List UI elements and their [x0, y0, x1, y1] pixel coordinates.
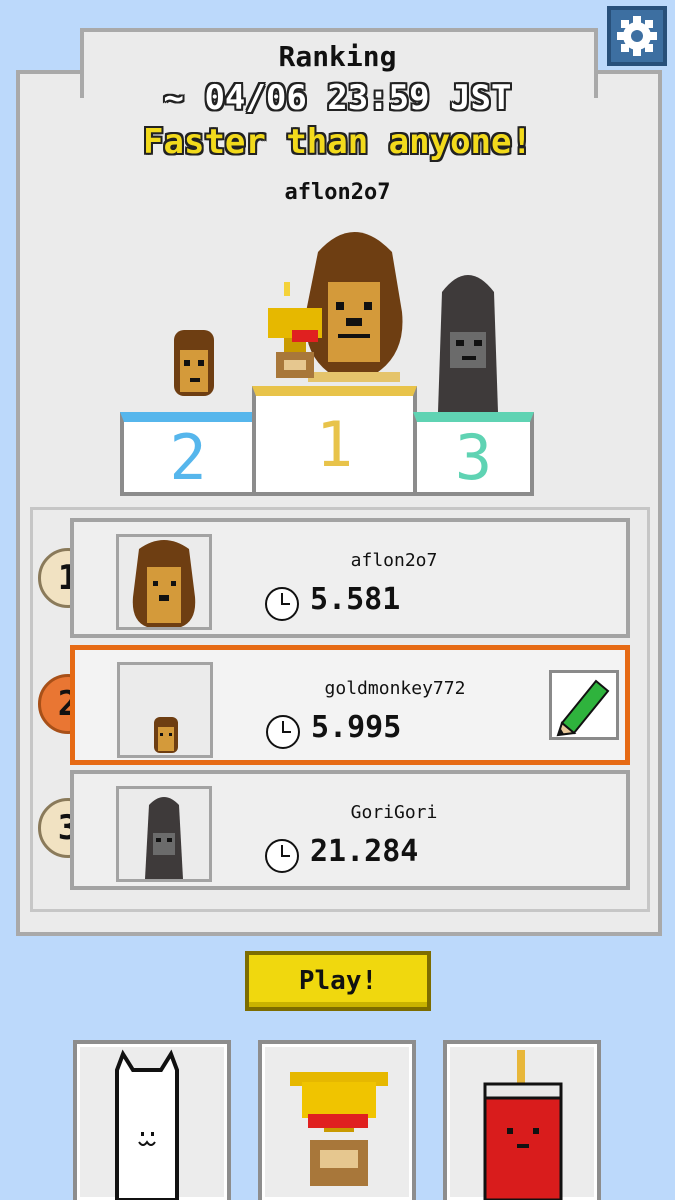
podium-third: 3 [413, 412, 534, 496]
play-button[interactable]: Play! [245, 951, 431, 1011]
cat-icon [115, 1049, 179, 1200]
champion-name: aflon2o7 [284, 180, 391, 205]
clock-icon [265, 587, 299, 621]
period-label: ~ 04/06 23:59 JST [163, 78, 512, 118]
avatar [117, 662, 213, 758]
tab-item[interactable] [443, 1040, 601, 1200]
gorilla-icon [438, 275, 498, 412]
pencil-icon [556, 679, 610, 737]
player-time: 5.995 [311, 710, 402, 745]
clock-icon [266, 715, 300, 749]
player-name: GoriGori [350, 802, 438, 823]
page-title: Ranking [278, 40, 397, 73]
trophy-icon [268, 282, 322, 378]
clock-icon [265, 839, 299, 873]
tab-character[interactable] [73, 1040, 231, 1200]
lion-icon [132, 540, 196, 627]
monkey-icon [154, 717, 178, 753]
avatar [116, 786, 212, 882]
ranking-row[interactable]: goldmonkey772 5.995 [70, 645, 630, 765]
subtitle-label: Faster than anyone! [143, 122, 532, 162]
player-time: 5.581 [310, 582, 401, 617]
gorilla-icon [145, 797, 183, 879]
podium-first: 1 [252, 386, 417, 496]
trophy-icon [290, 1072, 388, 1186]
player-name: aflon2o7 [350, 550, 438, 571]
edit-name-button[interactable] [549, 670, 619, 740]
ranking-row[interactable]: aflon2o7 5.581 [70, 518, 630, 638]
player-time: 21.284 [310, 834, 419, 869]
drink-can-icon [483, 1050, 563, 1200]
player-name: goldmonkey772 [324, 678, 466, 699]
monkey-icon [174, 330, 214, 396]
avatar [116, 534, 212, 630]
ranking-row[interactable]: GoriGori 21.284 [70, 770, 630, 890]
podium-second: 2 [120, 412, 256, 496]
tab-ranking[interactable] [258, 1040, 416, 1200]
